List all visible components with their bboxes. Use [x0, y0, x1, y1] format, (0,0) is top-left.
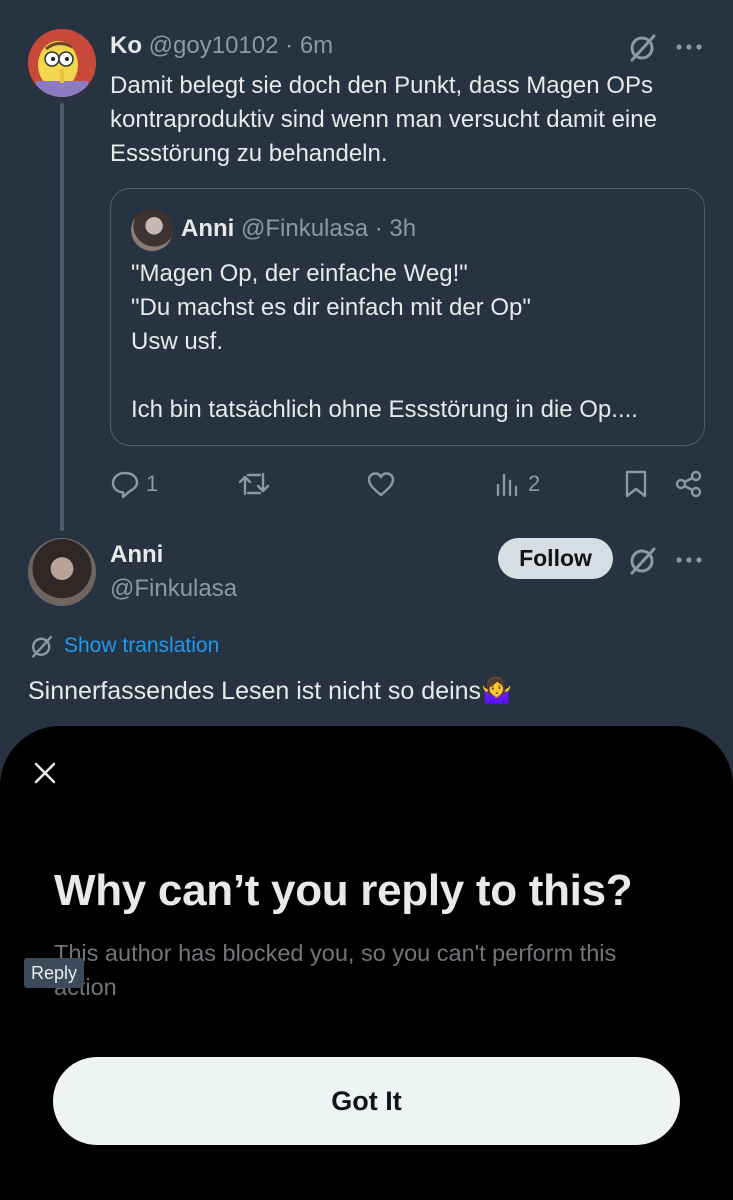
repost-button[interactable]: [238, 466, 270, 502]
tweet-header: Ko @goy10102 · 6m: [110, 32, 334, 59]
grok-icon[interactable]: [626, 543, 660, 577]
tweet-text: Damit belegt sie doch den Punkt, dass Ma…: [110, 72, 657, 167]
tweet-time[interactable]: 6m: [300, 32, 333, 59]
more-options-icon[interactable]: [674, 32, 704, 62]
more-options-icon[interactable]: [674, 545, 704, 575]
views-icon: [496, 473, 518, 497]
quote-line: Usw usf.: [131, 328, 224, 355]
reply-icon: [111, 471, 139, 499]
share-icon: [675, 470, 702, 498]
tweet-text-body: Sinnerfassendes Lesen ist nicht so deins: [28, 677, 482, 705]
avatar[interactable]: [28, 29, 96, 97]
heart-icon: [367, 472, 395, 497]
views-button[interactable]: 2: [494, 466, 540, 502]
quote-avatar: [131, 209, 173, 251]
shrug-emoji: 🤷‍♀️: [481, 677, 513, 705]
like-button[interactable]: [366, 466, 396, 502]
avatar[interactable]: [28, 538, 96, 606]
bookmark-button[interactable]: [623, 466, 649, 502]
reply-count: 1: [146, 471, 159, 496]
quote-text: "Magen Op, der einfache Weg!" "Du machst…: [131, 257, 691, 427]
author-handle[interactable]: @goy10102: [149, 32, 279, 59]
bookmark-icon: [625, 470, 647, 498]
author-name[interactable]: Anni: [110, 540, 163, 570]
grok-icon[interactable]: [626, 30, 660, 64]
show-translation-label: Show translation: [64, 634, 220, 657]
author-handle[interactable]: @Finkulasa: [110, 574, 237, 604]
quote-author-handle: @Finkulasa: [241, 215, 369, 242]
sheet-title: Why can’t you reply to this?: [54, 866, 633, 915]
grok-icon: [32, 636, 52, 658]
quote-author-name: Anni: [181, 215, 235, 242]
bottom-sheet: Why can’t you reply to this? This author…: [0, 726, 733, 1200]
quote-line: Ich bin tatsächlich ohne Essstörung in d…: [131, 396, 638, 423]
follow-button[interactable]: Follow: [498, 538, 613, 579]
reply-tooltip: Reply: [24, 958, 85, 988]
got-it-button[interactable]: Got It: [53, 1057, 680, 1145]
quote-line: "Du machst es dir einfach mit der Op": [131, 294, 531, 321]
close-icon[interactable]: [28, 756, 62, 790]
author-name[interactable]: Ko: [110, 32, 142, 59]
reply-button[interactable]: 1: [110, 466, 158, 502]
tweet-text: Sinnerfassendes Lesen ist nicht so deins…: [28, 674, 512, 708]
thread-line: [60, 103, 64, 531]
quote-header: Anni @Finkulasa · 3h: [181, 215, 417, 242]
sheet-body-text: This author has blocked you, so you can'…: [54, 940, 617, 1000]
share-button[interactable]: [674, 466, 704, 502]
quoted-tweet-card[interactable]: Anni @Finkulasa · 3h "Magen Op, der einf…: [110, 188, 705, 446]
repost-icon: [238, 472, 270, 496]
show-translation-link[interactable]: Show translation: [30, 634, 219, 658]
views-count: 2: [528, 471, 541, 496]
quote-time: 3h: [389, 215, 417, 242]
quote-line: "Magen Op, der einfache Weg!": [131, 260, 468, 287]
